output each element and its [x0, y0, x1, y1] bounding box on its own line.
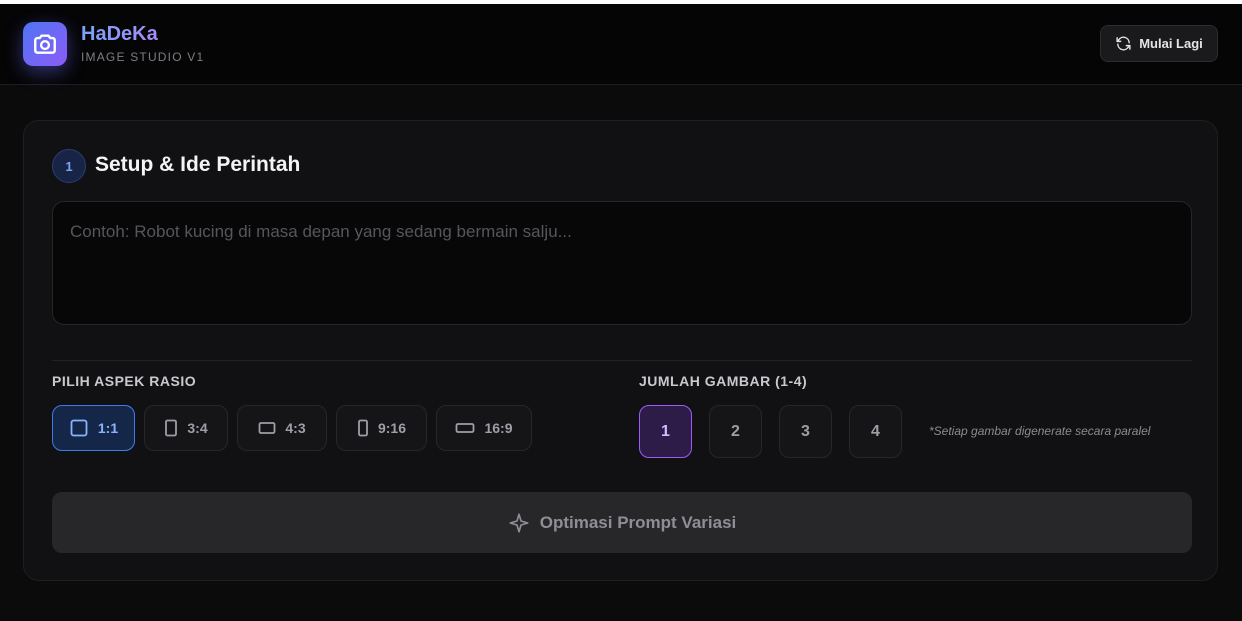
- tall-rect-icon: [358, 419, 368, 437]
- count-option-4[interactable]: 4: [849, 405, 902, 458]
- ratio-option-4-3[interactable]: 4:3: [237, 405, 327, 451]
- count-option-2[interactable]: 2: [709, 405, 762, 458]
- parallel-note: *Setiap gambar digenerate secara paralel: [929, 424, 1151, 438]
- sparkle-icon: [509, 512, 529, 533]
- ratio-option-9-16[interactable]: 9:16: [336, 405, 427, 451]
- optimize-label: Optimasi Prompt Variasi: [539, 512, 737, 532]
- step-number-badge: 1: [52, 149, 86, 183]
- ratio-option-label: 4:3: [285, 420, 306, 436]
- camera-icon: [34, 34, 56, 54]
- restart-button[interactable]: Mulai Lagi: [1100, 25, 1218, 62]
- ratio-option-3-4[interactable]: 3:4: [144, 405, 228, 451]
- image-count-label: JUMLAH GAMBAR (1-4): [639, 373, 808, 389]
- portrait-rect-icon: [165, 419, 178, 437]
- ratio-option-label: 1:1: [97, 420, 119, 436]
- step-title: Setup & Ide Perintah: [95, 153, 301, 176]
- wide-rect-icon: [456, 423, 475, 433]
- app-header: HaDeKa IMAGE STUDIO V1 Mulai Lagi: [0, 4, 1242, 85]
- square-icon: [70, 419, 88, 437]
- app-name: HaDeKa: [81, 23, 158, 45]
- aspect-ratio-label: PILIH ASPEK RASIO: [52, 373, 197, 389]
- ratio-option-16-9[interactable]: 16:9: [436, 405, 532, 451]
- optimize-prompt-button[interactable]: Optimasi Prompt Variasi: [52, 492, 1192, 553]
- setup-card: 1 Setup & Ide Perintah PILIH ASPEK RASIO…: [23, 120, 1218, 581]
- app-subtitle: IMAGE STUDIO V1: [81, 50, 205, 64]
- app-logo: [23, 22, 67, 66]
- refresh-icon: [1116, 36, 1131, 51]
- prompt-input[interactable]: [52, 201, 1192, 325]
- section-divider: [52, 360, 1192, 361]
- ratio-option-label: 16:9: [484, 420, 513, 436]
- count-option-3[interactable]: 3: [779, 405, 832, 458]
- ratio-option-label: 9:16: [377, 420, 407, 436]
- ratio-option-label: 3:4: [187, 420, 208, 436]
- ratio-option-1-1[interactable]: 1:1: [52, 405, 135, 451]
- count-option-1[interactable]: 1: [639, 405, 692, 458]
- landscape-rect-icon: [258, 422, 276, 434]
- restart-label: Mulai Lagi: [1139, 36, 1203, 51]
